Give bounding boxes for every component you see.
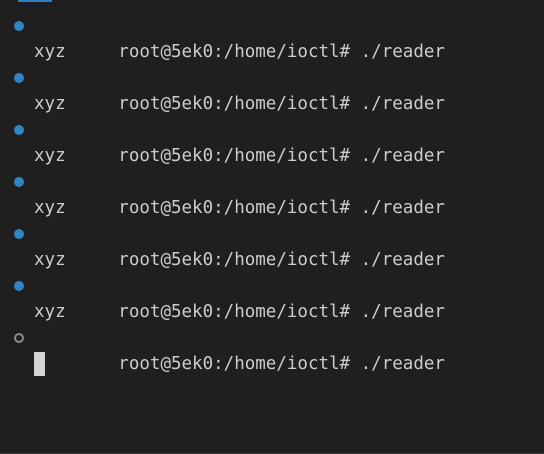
command-block: root@5ek0:/home/ioctl# ./reader xyz [0, 117, 544, 169]
prompt-line: root@5ek0:/home/ioctl# ./reader [0, 13, 544, 62]
output-line: xyz [34, 302, 66, 322]
command-success-decoration-icon[interactable] [14, 125, 24, 135]
input-line[interactable] [0, 351, 544, 377]
prompt-line: root@5ek0:/home/ioctl# ./reader [0, 65, 544, 114]
output-line: xyz [34, 42, 66, 62]
prompt-line: root@5ek0:/home/ioctl# ./reader [0, 117, 544, 166]
command-success-decoration-icon[interactable] [14, 281, 24, 291]
output-line: xyz [34, 250, 66, 270]
command-success-decoration-icon[interactable] [14, 73, 24, 83]
output-line: xyz [34, 94, 66, 114]
prompt-line: root@5ek0:/home/ioctl# ./reader [0, 221, 544, 270]
command-block-current: root@5ek0:/home/ioctl# ./reader [0, 325, 544, 377]
command-block: root@5ek0:/home/ioctl# ./reader xyz [0, 169, 544, 221]
prompt-line: root@5ek0:/home/ioctl# ./reader [0, 169, 544, 218]
terminal-cursor [34, 352, 45, 376]
command-block: root@5ek0:/home/ioctl# ./reader xyz [0, 221, 544, 273]
command-success-decoration-icon[interactable] [14, 229, 24, 239]
output-line: xyz [34, 198, 66, 218]
command-running-decoration-icon[interactable] [14, 333, 24, 343]
command-success-decoration-icon[interactable] [14, 21, 24, 31]
prompt-line: root@5ek0:/home/ioctl# ./reader [0, 325, 544, 374]
active-tab-indicator [18, 0, 52, 2]
command-block: root@5ek0:/home/ioctl# ./reader xyz [0, 273, 544, 325]
command-success-decoration-icon[interactable] [14, 177, 24, 187]
prompt-line: root@5ek0:/home/ioctl# ./reader [0, 273, 544, 322]
terminal-panel[interactable]: root@5ek0:/home/ioctl# ./reader xyz root… [0, 0, 544, 454]
command-block: root@5ek0:/home/ioctl# ./reader xyz [0, 13, 544, 65]
terminal-output[interactable]: root@5ek0:/home/ioctl# ./reader xyz root… [0, 13, 544, 377]
output-line: xyz [34, 146, 66, 166]
command-block: root@5ek0:/home/ioctl# ./reader xyz [0, 65, 544, 117]
